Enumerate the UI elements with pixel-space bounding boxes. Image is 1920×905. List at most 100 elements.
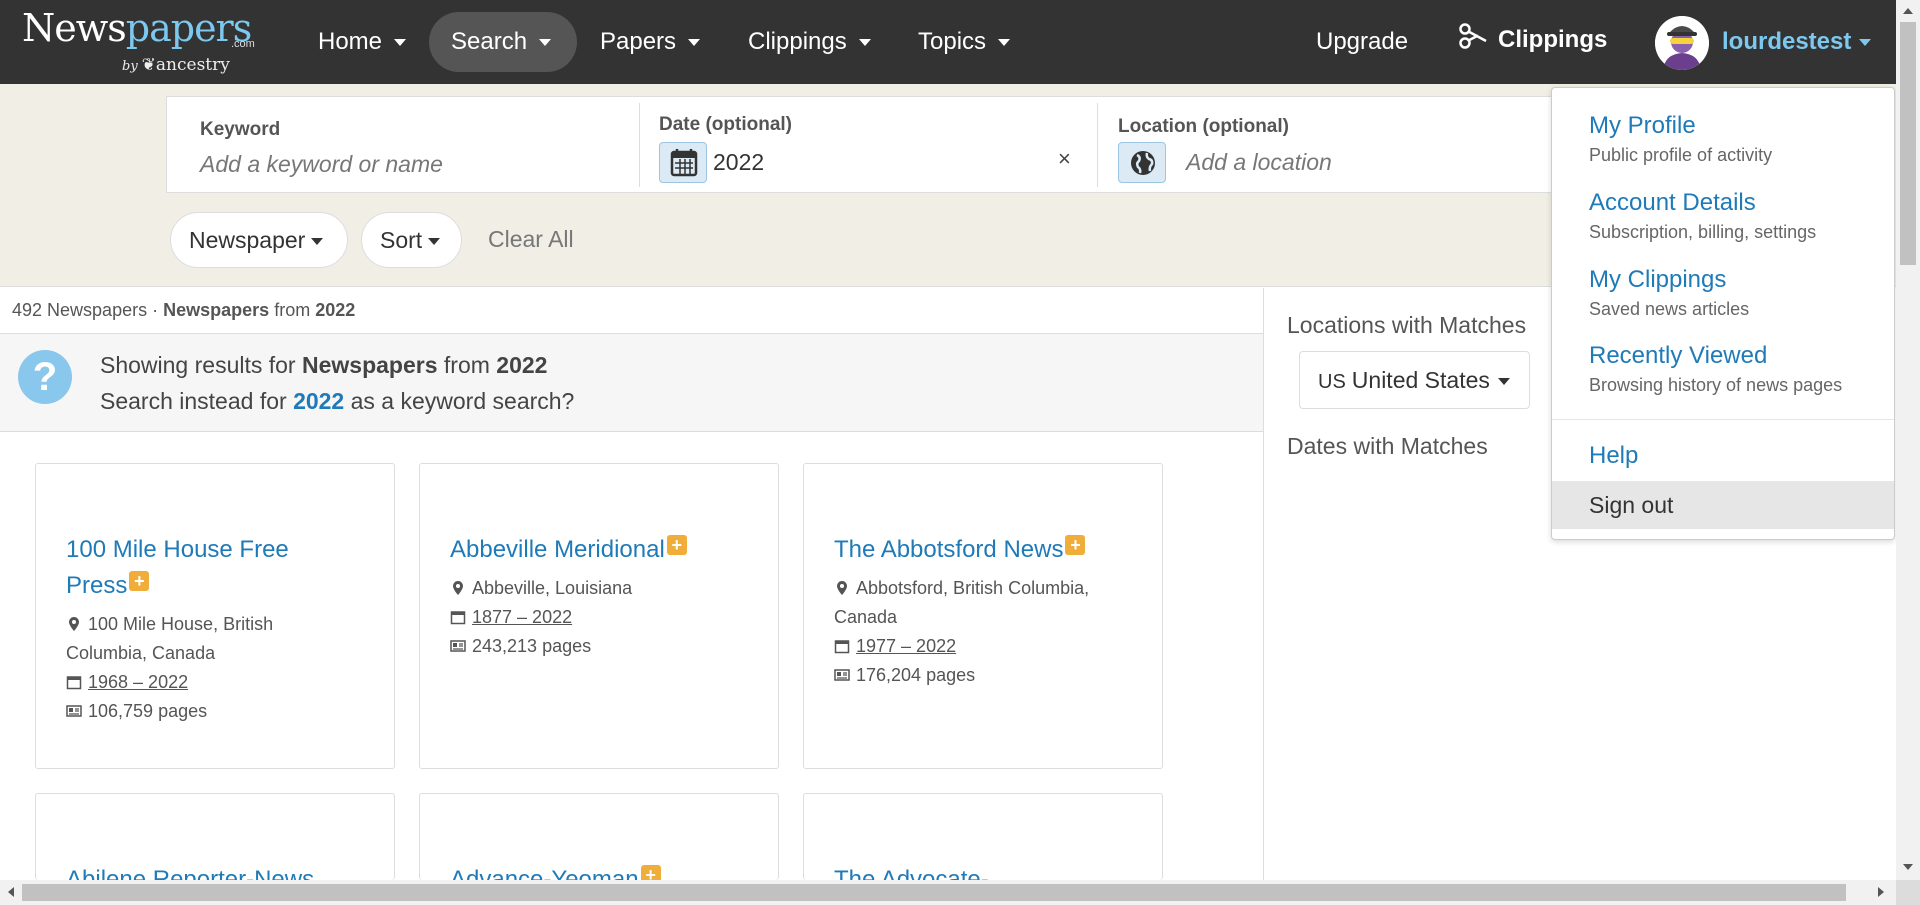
sort-button[interactable]: Sort (361, 212, 462, 268)
nav-papers[interactable]: Papers (578, 12, 722, 72)
location-input[interactable]: Add a location (1186, 149, 1332, 176)
menu-item-title: My Profile (1589, 112, 1696, 139)
newspaper-filter-button[interactable]: Newspaper (170, 212, 348, 268)
card-title[interactable]: Abilene Reporter-News (66, 862, 314, 880)
card-page-count: 106,759 pages (88, 701, 208, 721)
menu-item-my-profile[interactable]: My Profile Public profile of activity (1589, 111, 1772, 166)
scroll-down-arrow-icon[interactable] (1903, 864, 1913, 870)
calendar-button[interactable] (659, 142, 707, 183)
clear-all-button[interactable]: Clear All (488, 226, 574, 253)
info-type: Newspapers (301, 352, 438, 378)
newspaper-card[interactable]: Advance-Yeoman + (419, 793, 779, 880)
nav-clippings[interactable]: Clippings (726, 12, 893, 72)
card-location: 100 Mile House, British (88, 614, 274, 634)
location-label: Location (optional) (1118, 116, 1289, 137)
info-text: Showing results for (100, 352, 296, 378)
scrollbar-corner (1896, 880, 1920, 905)
logo-ancestry: ancestry (155, 55, 230, 75)
menu-item-title: Account Details (1589, 189, 1756, 216)
info-alt-suffix: as a keyword search? (350, 388, 575, 414)
separator: · (152, 300, 159, 320)
card-date-range[interactable]: 1977 – 2022 (856, 636, 956, 656)
nav-search[interactable]: Search (429, 12, 577, 72)
vertical-scrollbar[interactable] (1896, 0, 1920, 880)
calendar-icon (450, 611, 466, 625)
results-count: 492 Newspapers (12, 300, 148, 320)
publisher-extra-badge: + (666, 535, 687, 555)
date-input[interactable]: 2022 (713, 149, 764, 176)
card-title[interactable]: 100 Mile House Free Press + (66, 532, 289, 604)
chevron-down-icon (998, 39, 1011, 47)
scroll-right-arrow-icon[interactable] (1878, 887, 1884, 897)
upgrade-link[interactable]: Upgrade (1316, 24, 1408, 60)
sidebar-divider (1263, 288, 1264, 888)
flag-icon: US (1318, 371, 1346, 393)
scroll-up-arrow-icon[interactable] (1903, 8, 1913, 14)
map-pin-icon (453, 581, 463, 595)
menu-item-subtitle: Saved news articles (1589, 299, 1750, 319)
calendar-icon (834, 640, 850, 654)
username-label: lourdestest (1722, 28, 1852, 55)
newspaper-icon (450, 640, 466, 652)
card-location: Columbia, Canada (66, 643, 216, 663)
country-label: United States (1351, 367, 1490, 393)
newspaper-card[interactable]: 100 Mile House Free Press + 100 Mile House… (35, 463, 395, 769)
horizontal-scrollbar[interactable] (0, 880, 1896, 905)
menu-item-title: Recently Viewed (1589, 342, 1768, 369)
search-form: Keyword Add a keyword or name Date (opti… (166, 96, 1566, 193)
card-title-line: Press (66, 572, 128, 599)
keyword-input[interactable]: Add a keyword or name (200, 151, 443, 178)
question-icon: ? (18, 350, 72, 404)
menu-item-help[interactable]: Help (1589, 441, 1638, 471)
field-divider (639, 103, 640, 187)
keyword-search-link[interactable]: 2022 (293, 388, 344, 414)
vertical-scroll-thumb[interactable] (1900, 22, 1916, 265)
menu-item-recently-viewed[interactable]: Recently Viewed Browsing history of news… (1589, 341, 1842, 396)
horizontal-scroll-thumb[interactable] (22, 884, 1846, 901)
newspaper-card[interactable]: The Abbotsford News + Abbotsford, British… (803, 463, 1163, 769)
info-year: 2022 (496, 352, 548, 378)
nav-home[interactable]: Home (296, 12, 428, 72)
breadcrumb-type: Newspapers (163, 300, 270, 320)
chevron-down-icon (688, 39, 701, 47)
top-navbar: Newspapers .com by ❦ancestry Home Search … (0, 0, 1896, 84)
newspaper-card[interactable]: The Advocate- (803, 793, 1163, 880)
keyword-field[interactable]: Keyword Add a keyword or name (200, 97, 640, 192)
menu-item-my-clippings[interactable]: My Clippings Saved news articles (1589, 265, 1749, 320)
card-title[interactable]: Abbeville Meridional + (450, 532, 687, 568)
scissors-icon (1459, 23, 1487, 49)
location-field[interactable]: Location (optional) Add a location (1118, 97, 1558, 192)
card-title[interactable]: Advance-Yeoman + (450, 862, 661, 880)
nav-search-label: Search (451, 28, 528, 55)
chevron-down-icon (858, 39, 871, 47)
card-date-range[interactable]: 1877 – 2022 (472, 607, 572, 627)
search-info-banner: ? Showing results for Newspapers from 20… (0, 334, 1263, 432)
newspaper-card[interactable]: Abbeville Meridional + Abbeville, Louisia… (419, 463, 779, 769)
newspaper-icon (66, 705, 82, 717)
newspapers-logo[interactable]: Newspapers .com by ❦ancestry (22, 6, 262, 78)
date-field[interactable]: Date (optional) 2022 (659, 97, 1079, 192)
country-filter-button[interactable]: US United States (1299, 351, 1530, 409)
chevron-down-icon (539, 39, 552, 47)
card-title-line: 100 Mile House Free (66, 536, 289, 563)
newspaper-icon (834, 669, 850, 681)
card-date-range[interactable]: 1968 – 2022 (88, 672, 188, 692)
card-location: Abbotsford, British Columbia, (856, 578, 1090, 598)
card-title-line: Advance-Yeoman (450, 866, 639, 880)
clear-date-button[interactable]: × (1058, 146, 1071, 172)
chevron-down-icon (311, 238, 324, 246)
map-pin-icon (837, 581, 847, 595)
breadcrumb-from: from (274, 300, 311, 320)
scroll-left-arrow-icon[interactable] (8, 887, 14, 897)
newspaper-card[interactable]: Abilene Reporter-News (35, 793, 395, 880)
menu-item-account-details[interactable]: Account Details Subscription, billing, s… (1589, 188, 1816, 243)
globe-button[interactable] (1118, 142, 1166, 183)
clippings-button[interactable]: Clippings (1458, 22, 1607, 58)
chevron-down-icon (1497, 378, 1510, 386)
menu-item-sign-out[interactable]: Sign out (1552, 481, 1894, 529)
publisher-extra-badge: + (1065, 535, 1086, 555)
nav-topics[interactable]: Topics (896, 12, 1032, 72)
card-title[interactable]: The Advocate- (834, 862, 989, 880)
logo-text-news: News (22, 6, 127, 50)
card-title[interactable]: The Abbotsford News + (834, 532, 1086, 568)
